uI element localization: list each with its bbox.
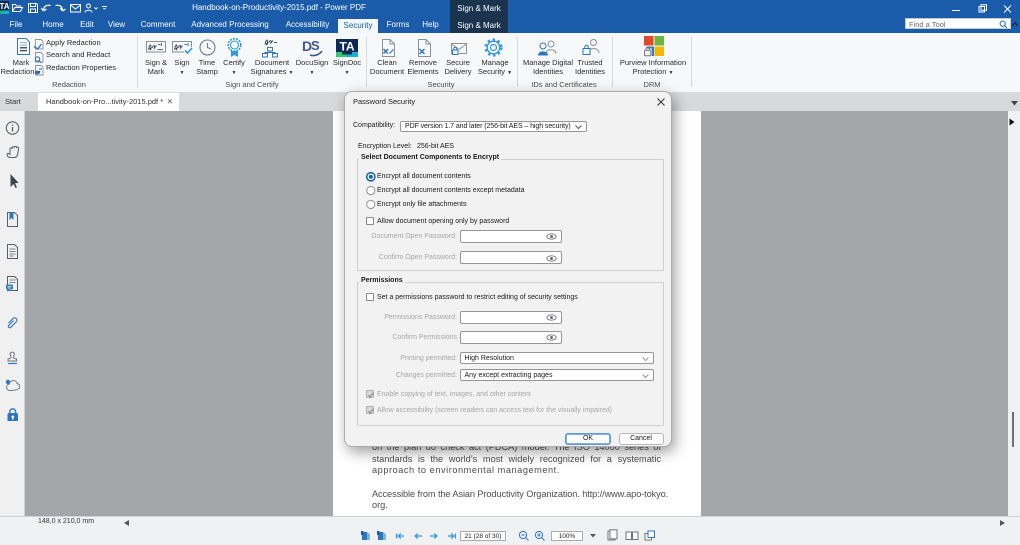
svg-text:TA: TA [339,40,354,54]
svg-text:TA: TA [0,2,9,11]
svg-text:S: S [311,38,320,53]
